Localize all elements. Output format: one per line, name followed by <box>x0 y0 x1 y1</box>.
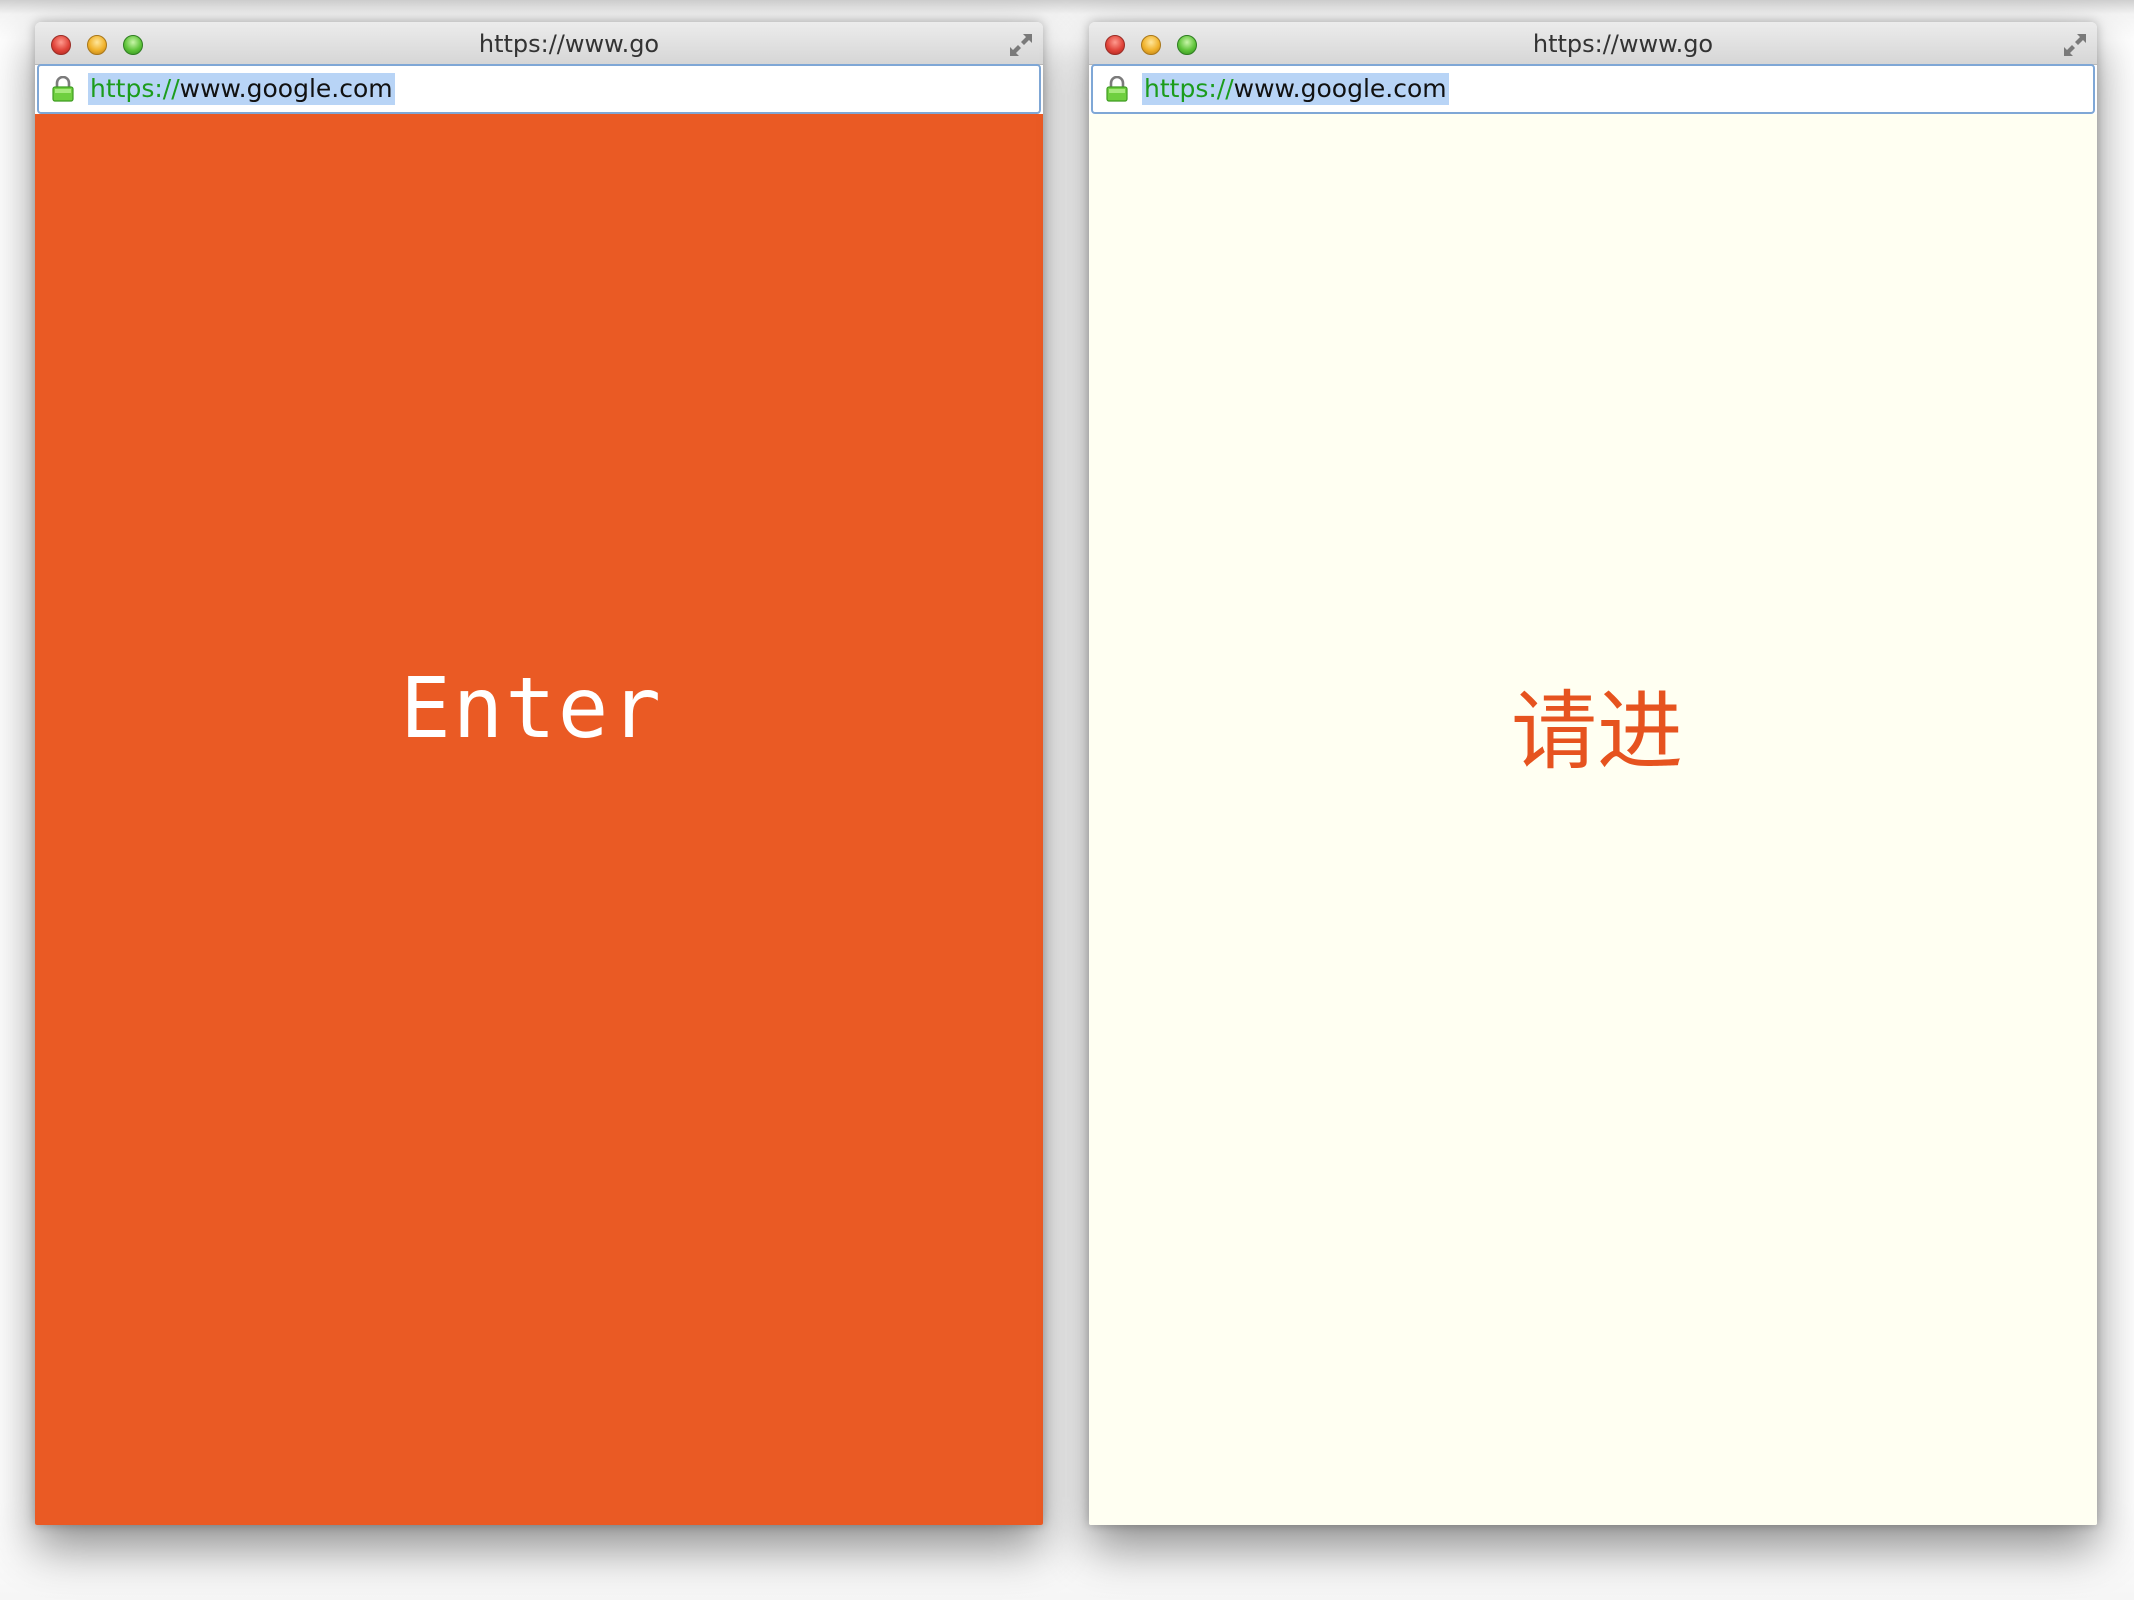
zoom-button-icon[interactable] <box>123 35 143 55</box>
padlock-icon <box>52 76 74 102</box>
url-host: www.google.com <box>1233 74 1447 103</box>
padlock-icon <box>1106 76 1128 102</box>
zoom-button-icon[interactable] <box>1177 35 1197 55</box>
title-bar[interactable]: https://www.go <box>1089 22 2097 65</box>
address-bar[interactable]: https://www.google.com <box>37 64 1041 114</box>
window-title: https://www.go <box>1532 30 1714 58</box>
browser-window-chinese: https://www.go https://www.google.com 请进 <box>1089 22 2097 1525</box>
url-text[interactable]: https://www.google.com <box>88 73 395 105</box>
window-title: https://www.go <box>478 30 660 58</box>
enter-text: Enter <box>400 659 663 757</box>
fullscreen-arrows-icon[interactable] <box>2061 31 2089 59</box>
enter-text-chinese: 请进 <box>1511 682 1683 782</box>
page-content: 请进 <box>1089 114 2097 1525</box>
url-host: www.google.com <box>179 74 393 103</box>
address-bar[interactable]: https://www.google.com <box>1091 64 2095 114</box>
url-text[interactable]: https://www.google.com <box>1142 73 1449 105</box>
minimize-button-icon[interactable] <box>1141 35 1161 55</box>
url-separator: :// <box>154 74 180 103</box>
fullscreen-arrows-icon[interactable] <box>1007 31 1035 59</box>
minimize-button-icon[interactable] <box>87 35 107 55</box>
url-scheme: https <box>90 74 155 103</box>
close-button-icon[interactable] <box>51 35 71 55</box>
browser-window-english: https://www.go https://www.google.com En… <box>35 22 1043 1525</box>
url-scheme: https <box>1144 74 1209 103</box>
close-button-icon[interactable] <box>1105 35 1125 55</box>
url-separator: :// <box>1208 74 1234 103</box>
title-bar[interactable]: https://www.go <box>35 22 1043 65</box>
page-content: Enter <box>35 114 1043 1525</box>
